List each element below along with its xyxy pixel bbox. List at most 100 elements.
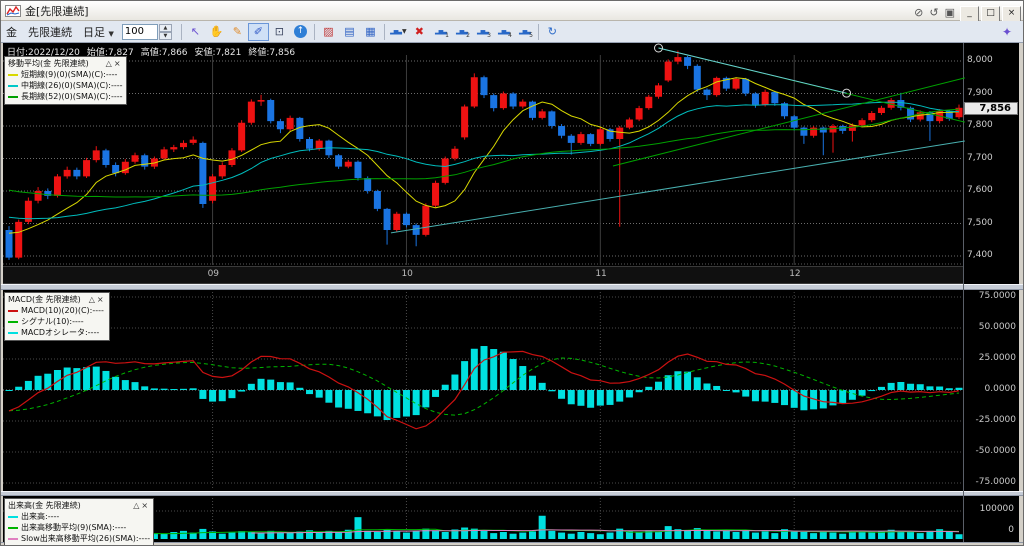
candle-body <box>364 178 372 191</box>
candle-body <box>664 61 672 81</box>
volume-bar <box>810 533 818 539</box>
macd-histogram-bar <box>558 390 566 399</box>
macd-axis-label: -75.0000 <box>975 477 1016 487</box>
volume-bar <box>354 517 362 539</box>
candle-body <box>179 142 187 148</box>
macd-histogram-bar <box>141 386 149 390</box>
candle-body <box>306 139 314 149</box>
candle-body <box>102 150 110 165</box>
volume-bar <box>558 532 566 539</box>
candle-body <box>596 129 604 144</box>
macd-axis-label: -50.0000 <box>975 446 1016 456</box>
macd-histogram-bar <box>441 384 449 390</box>
macd-histogram-bar <box>499 351 507 390</box>
candle-body <box>121 161 129 174</box>
volume-axis-label: 100000 <box>979 504 1014 514</box>
macd-histogram-bar <box>926 386 934 390</box>
macd-axis-label: -25.0000 <box>975 415 1016 425</box>
volume-bar <box>819 531 827 539</box>
info-high: 高値:7,866 <box>140 48 188 58</box>
macd-histogram-bar <box>577 390 585 406</box>
volume-bar <box>587 533 595 539</box>
candle-body <box>441 158 449 183</box>
candle-body <box>587 134 595 144</box>
candle-body <box>654 85 662 97</box>
candle-body <box>432 182 440 206</box>
candle-body <box>490 95 498 109</box>
price-axis-label: 7,400 <box>967 250 993 260</box>
macd-histogram-bar <box>34 375 42 390</box>
sma52-label: 長期線(52)(0)(SMA)(C):---- <box>21 92 123 101</box>
volume-axis-label: 0 <box>1008 525 1014 535</box>
macd-histogram-bar <box>276 382 284 390</box>
candle-body <box>771 91 779 104</box>
trendline-ascending-green[interactable] <box>612 77 965 167</box>
volume-bar <box>839 533 847 539</box>
candle-body <box>538 111 546 118</box>
ma-legend-title: 移動平均(金 先限連続) <box>8 59 89 68</box>
macd-histogram-bar <box>732 390 740 393</box>
chart-canvas[interactable] <box>1 1 1024 546</box>
x-axis-month-label: 09 <box>207 269 220 279</box>
candle-body <box>257 100 265 102</box>
candle-body <box>412 225 420 235</box>
candle-body <box>344 161 352 167</box>
candle-body <box>848 125 856 131</box>
legend-collapse-close-icons[interactable]: △× <box>106 58 123 69</box>
volume-bar <box>373 532 381 539</box>
macd-histogram-bar <box>344 390 352 409</box>
macd-histogram-bar <box>335 390 343 408</box>
macd-histogram-bar <box>625 390 633 398</box>
volume-bar <box>761 531 769 539</box>
macd-histogram-bar <box>209 390 217 402</box>
macd-histogram-bar <box>616 390 624 402</box>
volume-bar <box>654 531 662 539</box>
candle-body <box>422 205 430 235</box>
volume-bar <box>771 533 779 539</box>
volume-bar <box>499 532 507 539</box>
volume-bar <box>790 530 798 539</box>
macd-histogram-bar <box>402 390 410 417</box>
sma-fast-line <box>8 77 960 234</box>
macd-histogram-bar <box>92 366 100 390</box>
price-axis-label: 7,600 <box>967 185 993 195</box>
candle-body <box>790 116 798 128</box>
volume-bar <box>742 530 750 539</box>
candle-body <box>761 91 769 105</box>
volume-legend: 出来高(金 先限連続) △× 出来高:---- 出来高移動平均(9)(SMA):-… <box>4 498 155 545</box>
macd-histogram-bar <box>121 380 129 390</box>
candle-body <box>625 119 633 128</box>
macd-histogram-bar <box>315 390 323 398</box>
candle-body <box>548 111 556 126</box>
candle-body <box>693 65 701 90</box>
volume-bar <box>257 533 265 539</box>
macd-histogram-bar <box>306 390 314 395</box>
candle-body <box>218 165 226 177</box>
price-axis-label: 7,800 <box>967 120 993 130</box>
volume-bar <box>664 526 672 539</box>
volume-bar <box>936 529 944 539</box>
volume-swatch <box>8 515 18 518</box>
macd-histogram-bar <box>528 375 536 390</box>
candle-body <box>829 126 837 133</box>
candle-body <box>509 93 517 107</box>
volume-bar <box>945 531 953 539</box>
legend-collapse-close-icons[interactable]: △× <box>89 294 106 305</box>
volume-ma-label: 出来高移動平均(9)(SMA):---- <box>21 523 127 532</box>
volume-bar <box>412 530 420 539</box>
trendline-selected-segment[interactable] <box>658 47 847 94</box>
info-close: 終値:7,856 <box>248 48 296 58</box>
macd-histogram-bar <box>286 382 294 390</box>
volume-bar <box>228 532 236 539</box>
macd-histogram-bar <box>432 390 440 397</box>
macd-histogram-bar <box>703 383 711 390</box>
legend-collapse-close-icons[interactable]: △× <box>133 500 150 511</box>
volume-bar <box>635 532 643 539</box>
macd-histogram-bar <box>131 382 139 390</box>
candle-body <box>461 106 469 138</box>
trendline-ascending-teal[interactable] <box>390 140 965 234</box>
volume-bar <box>160 533 168 539</box>
volume-bar <box>393 531 401 539</box>
macd-histogram-bar <box>645 386 653 390</box>
candle-body <box>868 113 876 121</box>
